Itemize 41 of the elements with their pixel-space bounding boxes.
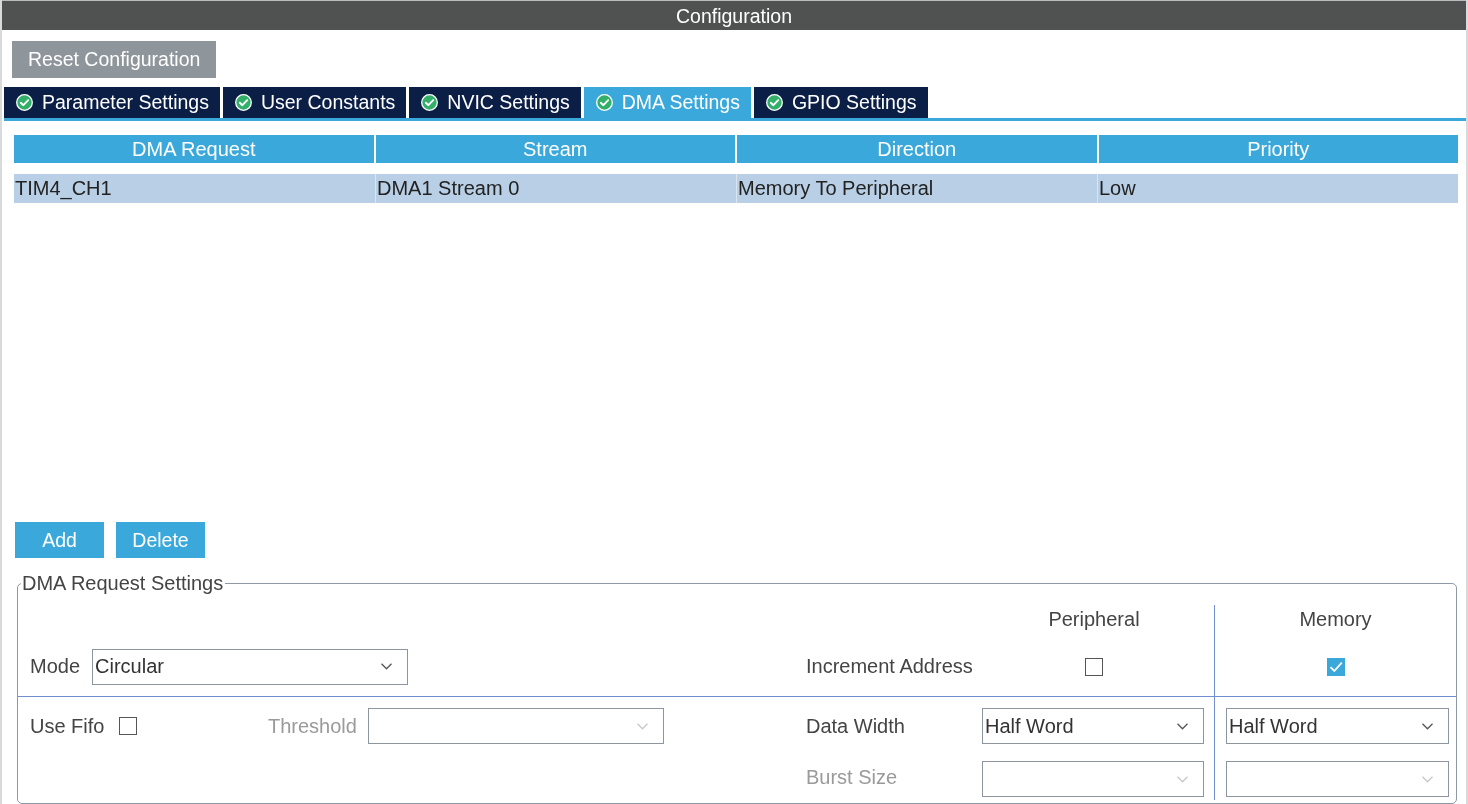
column-header: DMA Request [14,135,374,163]
column-header: Priority [1098,135,1458,163]
field-label: Burst Size [806,766,898,789]
field-label: Data Width [806,714,905,738]
table-row[interactable]: TIM4_CH1 DMA1 Stream 0 Memory To Peripheral Low [14,174,1458,203]
chevron-down-icon [381,663,393,670]
field-label: Mode [30,655,81,678]
tab[interactable]: User Constants [222,87,407,118]
dropdown[interactable]: Half Word [1226,708,1449,744]
table-cell-text: TIM4_CH1 [14,176,113,202]
chevron-down-icon [636,722,648,730]
field-label: Threshold [268,714,357,738]
column-label: Memory [1299,607,1372,631]
mode-dropdown[interactable]: Circular [92,648,409,685]
chevron-down-icon [1422,722,1433,730]
tab[interactable]: GPIO Settings [753,87,928,118]
dropdown[interactable]: Half Word [982,708,1204,744]
window-title: Configuration [676,4,792,27]
table-cell: Memory To Peripheral [736,174,1097,203]
check-circle-icon [765,94,783,111]
check-circle-icon [16,94,33,111]
column-header: Direction [737,135,1097,163]
chevron-down-icon [1177,775,1188,783]
tab[interactable]: NVIC Settings [409,87,581,118]
field-label: Use Fifo [30,714,105,738]
checkbox[interactable] [1326,657,1345,676]
group-title: DMA Request Settings [21,572,225,595]
column-header: Stream [375,135,735,163]
column-label: Peripheral [1048,607,1140,631]
chevron-down-icon [1422,775,1433,783]
checkbox[interactable] [1085,657,1103,676]
field-label: Increment Address [806,655,973,678]
check-circle-icon [421,94,439,111]
check-circle-icon [595,94,613,111]
table-cell: Low [1097,174,1458,203]
tab[interactable]: Parameter Settings [4,87,220,118]
chevron-down-icon [1177,722,1188,730]
dropdown[interactable] [1226,761,1449,797]
checkbox[interactable] [119,717,138,735]
check-circle-icon [234,94,252,111]
table-cell: DMA1 Stream 0 [375,174,736,203]
